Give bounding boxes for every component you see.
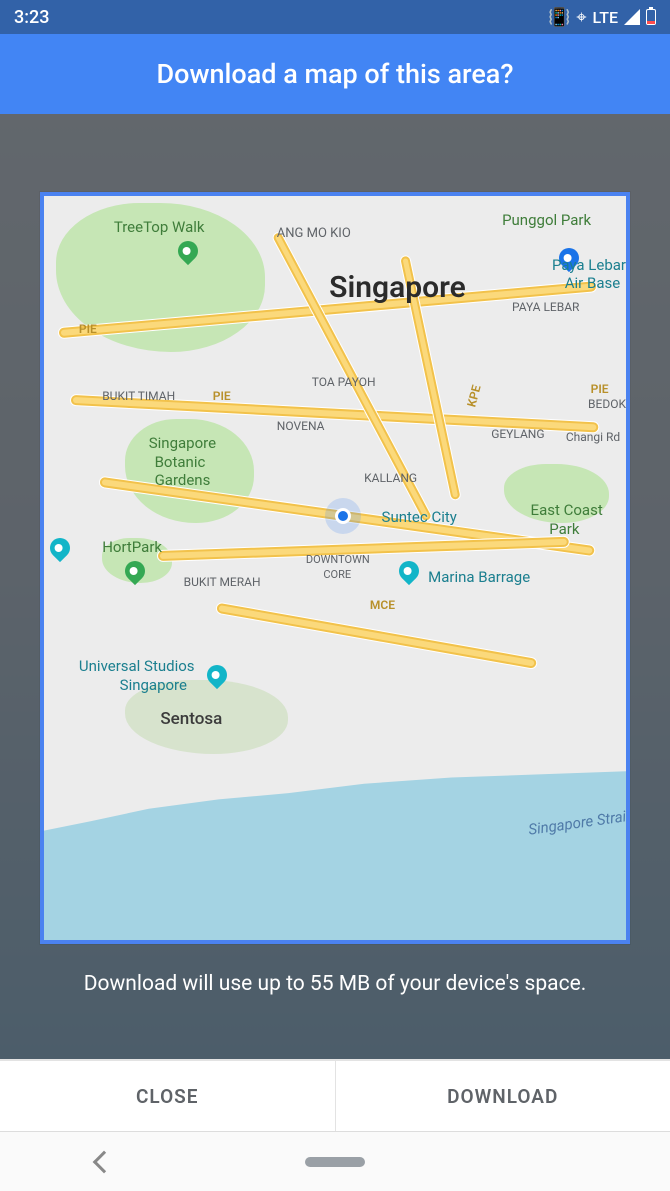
map-label: Sentosa [160, 709, 222, 729]
map-label: TreeTop Walk [114, 218, 205, 236]
map-label: KALLANG [364, 471, 417, 485]
map-label: Botanic [155, 453, 206, 471]
map-label: East Coast [531, 501, 603, 519]
signal-icon [624, 9, 640, 25]
map-label: ANG MO KIO [277, 226, 351, 241]
map-label: NOVENA [277, 419, 325, 433]
location-icon: ⌖ [576, 7, 586, 28]
map-label: Singapore [120, 676, 187, 694]
city-label: Singapore [329, 270, 466, 305]
map-label: Air Base [565, 274, 620, 292]
dialog-title: Download a map of this area? [157, 58, 514, 90]
map-label: BEDOK [588, 397, 626, 411]
map-label: Changi Rd [566, 430, 620, 444]
map-label: Singapore [149, 434, 216, 452]
network-label: LTE [593, 8, 618, 27]
download-size-info: Download will use up to 55 MB of your de… [0, 972, 670, 996]
status-bar: 3:23 📳 ⌖ LTE [0, 0, 670, 34]
map-label: DOWNTOWN [306, 553, 370, 566]
map-label: BUKIT TIMAH [102, 389, 175, 403]
map-label: Paya Lebar [552, 256, 626, 274]
map-label: Universal Studios [79, 657, 195, 675]
map-label: PIE [79, 322, 97, 336]
close-button[interactable]: CLOSE [0, 1061, 335, 1131]
status-icons: 📳 ⌖ LTE [548, 7, 656, 28]
map-label: PIE [213, 389, 231, 403]
vibrate-icon: 📳 [548, 7, 570, 28]
map-label: BUKIT MERAH [184, 575, 261, 589]
map-label: Park [549, 520, 579, 538]
map-selection-area[interactable]: Singapore TreeTop Walk ANG MO KIO Punggo… [40, 192, 630, 944]
map-label: Suntec City [382, 508, 457, 526]
dialog-header: Download a map of this area? [0, 34, 670, 114]
status-time: 3:23 [14, 7, 49, 28]
battery-icon [646, 9, 656, 25]
dialog-button-row: CLOSE DOWNLOAD [0, 1059, 670, 1131]
map-label: PIE [591, 382, 609, 396]
home-pill-icon[interactable] [305, 1157, 365, 1167]
map-label: HortPark [102, 538, 162, 556]
map-label: MCE [370, 598, 395, 612]
map-label: PAYA LEBAR [512, 300, 579, 314]
download-button[interactable]: DOWNLOAD [336, 1061, 670, 1131]
map-label: Punggol Park [502, 211, 591, 229]
map-label: CORE [323, 568, 351, 581]
map-label: Marina Barrage [428, 568, 530, 586]
map-label: TOA PAYOH [312, 375, 376, 389]
back-icon[interactable] [93, 1150, 116, 1173]
system-nav-bar [0, 1131, 670, 1191]
map-label: Gardens [155, 471, 211, 489]
map-label: GEYLANG [491, 427, 544, 441]
